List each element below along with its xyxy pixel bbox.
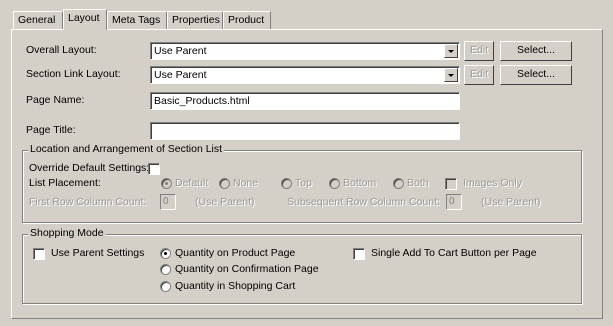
use-parent-settings-checkbox[interactable]	[33, 248, 45, 260]
tab-layout[interactable]: Layout	[63, 9, 107, 30]
single-add-to-cart-checkbox[interactable]	[353, 248, 365, 260]
section-link-layout-label: Section Link Layout:	[26, 68, 121, 80]
placement-none-label: None	[233, 177, 259, 189]
images-only-label: Images Only	[463, 177, 522, 189]
overall-layout-label: Overall Layout:	[26, 44, 97, 56]
tab-properties[interactable]: Properties	[167, 11, 223, 29]
placement-both-label: Both	[407, 177, 429, 189]
tab-label: Product	[228, 14, 265, 26]
use-parent-settings-label: Use Parent Settings	[51, 247, 145, 259]
section-link-layout-combo[interactable]: Use Parent	[150, 66, 460, 84]
shopping-mode-title: Shopping Mode	[28, 227, 106, 239]
page-name-field[interactable]: Basic_Products.html	[150, 92, 460, 110]
shopping-mode-group: Shopping Mode Use Parent Settings Quanti…	[22, 227, 582, 304]
tab-label: Layout	[68, 12, 100, 24]
first-row-column-field[interactable]: 0	[160, 194, 176, 210]
tab-label: General	[18, 14, 56, 26]
page-title-field[interactable]	[150, 122, 460, 140]
placement-top-label: Top	[295, 177, 312, 189]
first-row-parent-label: (Use Parent)	[195, 196, 255, 208]
quantity-shopping-cart-label: Quantity in Shopping Cart	[175, 280, 296, 292]
page-name-label: Page Name:	[26, 94, 85, 106]
override-default-label: Override Default Settings:	[29, 162, 150, 174]
subsequent-row-parent-label: (Use Parent)	[481, 196, 541, 208]
overall-layout-combo[interactable]: Use Parent	[150, 42, 460, 60]
placement-top-radio[interactable]	[281, 178, 292, 189]
placement-bottom-label: Bottom	[343, 177, 377, 189]
quantity-confirmation-page-label: Quantity on Confirmation Page	[175, 263, 319, 275]
tab-general[interactable]: General	[13, 11, 63, 29]
placement-default-radio[interactable]	[161, 178, 172, 189]
quantity-confirmation-page-radio[interactable]	[160, 264, 171, 275]
section-link-layout-value: Use Parent	[154, 69, 207, 81]
quantity-shopping-cart-radio[interactable]	[160, 281, 171, 292]
override-default-checkbox[interactable]	[148, 163, 160, 175]
placement-none-radio[interactable]	[219, 178, 230, 189]
first-row-column-label: First Row Column Count:	[29, 196, 147, 208]
chevron-down-icon[interactable]	[444, 68, 458, 82]
page-title-label: Page Title:	[26, 124, 76, 136]
single-add-to-cart-label: Single Add To Cart Button per Page	[371, 247, 537, 259]
overall-layout-value: Use Parent	[154, 45, 207, 57]
subsequent-row-column-label: Subsequent Row Column Count:	[287, 196, 440, 208]
quantity-product-page-radio[interactable]	[160, 248, 171, 259]
overall-layout-select-button[interactable]: Select...	[500, 41, 572, 61]
location-group: Location and Arrangement of Section List…	[22, 143, 582, 223]
placement-both-radio[interactable]	[393, 178, 404, 189]
section-link-layout-select-button[interactable]: Select...	[500, 65, 572, 85]
quantity-product-page-label: Quantity on Product Page	[175, 247, 296, 259]
placement-bottom-radio[interactable]	[329, 178, 340, 189]
images-only-checkbox[interactable]	[445, 178, 457, 190]
placement-default-label: Default	[175, 177, 209, 189]
section-link-layout-edit-button[interactable]: Edit	[464, 65, 494, 85]
location-group-title: Location and Arrangement of Section List	[28, 143, 225, 155]
tab-product[interactable]: Product	[223, 11, 271, 29]
tab-meta-tags[interactable]: Meta Tags	[107, 11, 167, 29]
list-placement-label: List Placement:	[29, 177, 101, 189]
layout-panel: Overall Layout: Use Parent Edit Select..…	[11, 29, 603, 319]
tab-label: Properties	[172, 14, 220, 26]
tab-label: Meta Tags	[112, 14, 161, 26]
subsequent-row-column-field[interactable]: 0	[446, 194, 462, 210]
chevron-down-icon[interactable]	[444, 44, 458, 58]
overall-layout-edit-button[interactable]: Edit	[464, 41, 494, 61]
